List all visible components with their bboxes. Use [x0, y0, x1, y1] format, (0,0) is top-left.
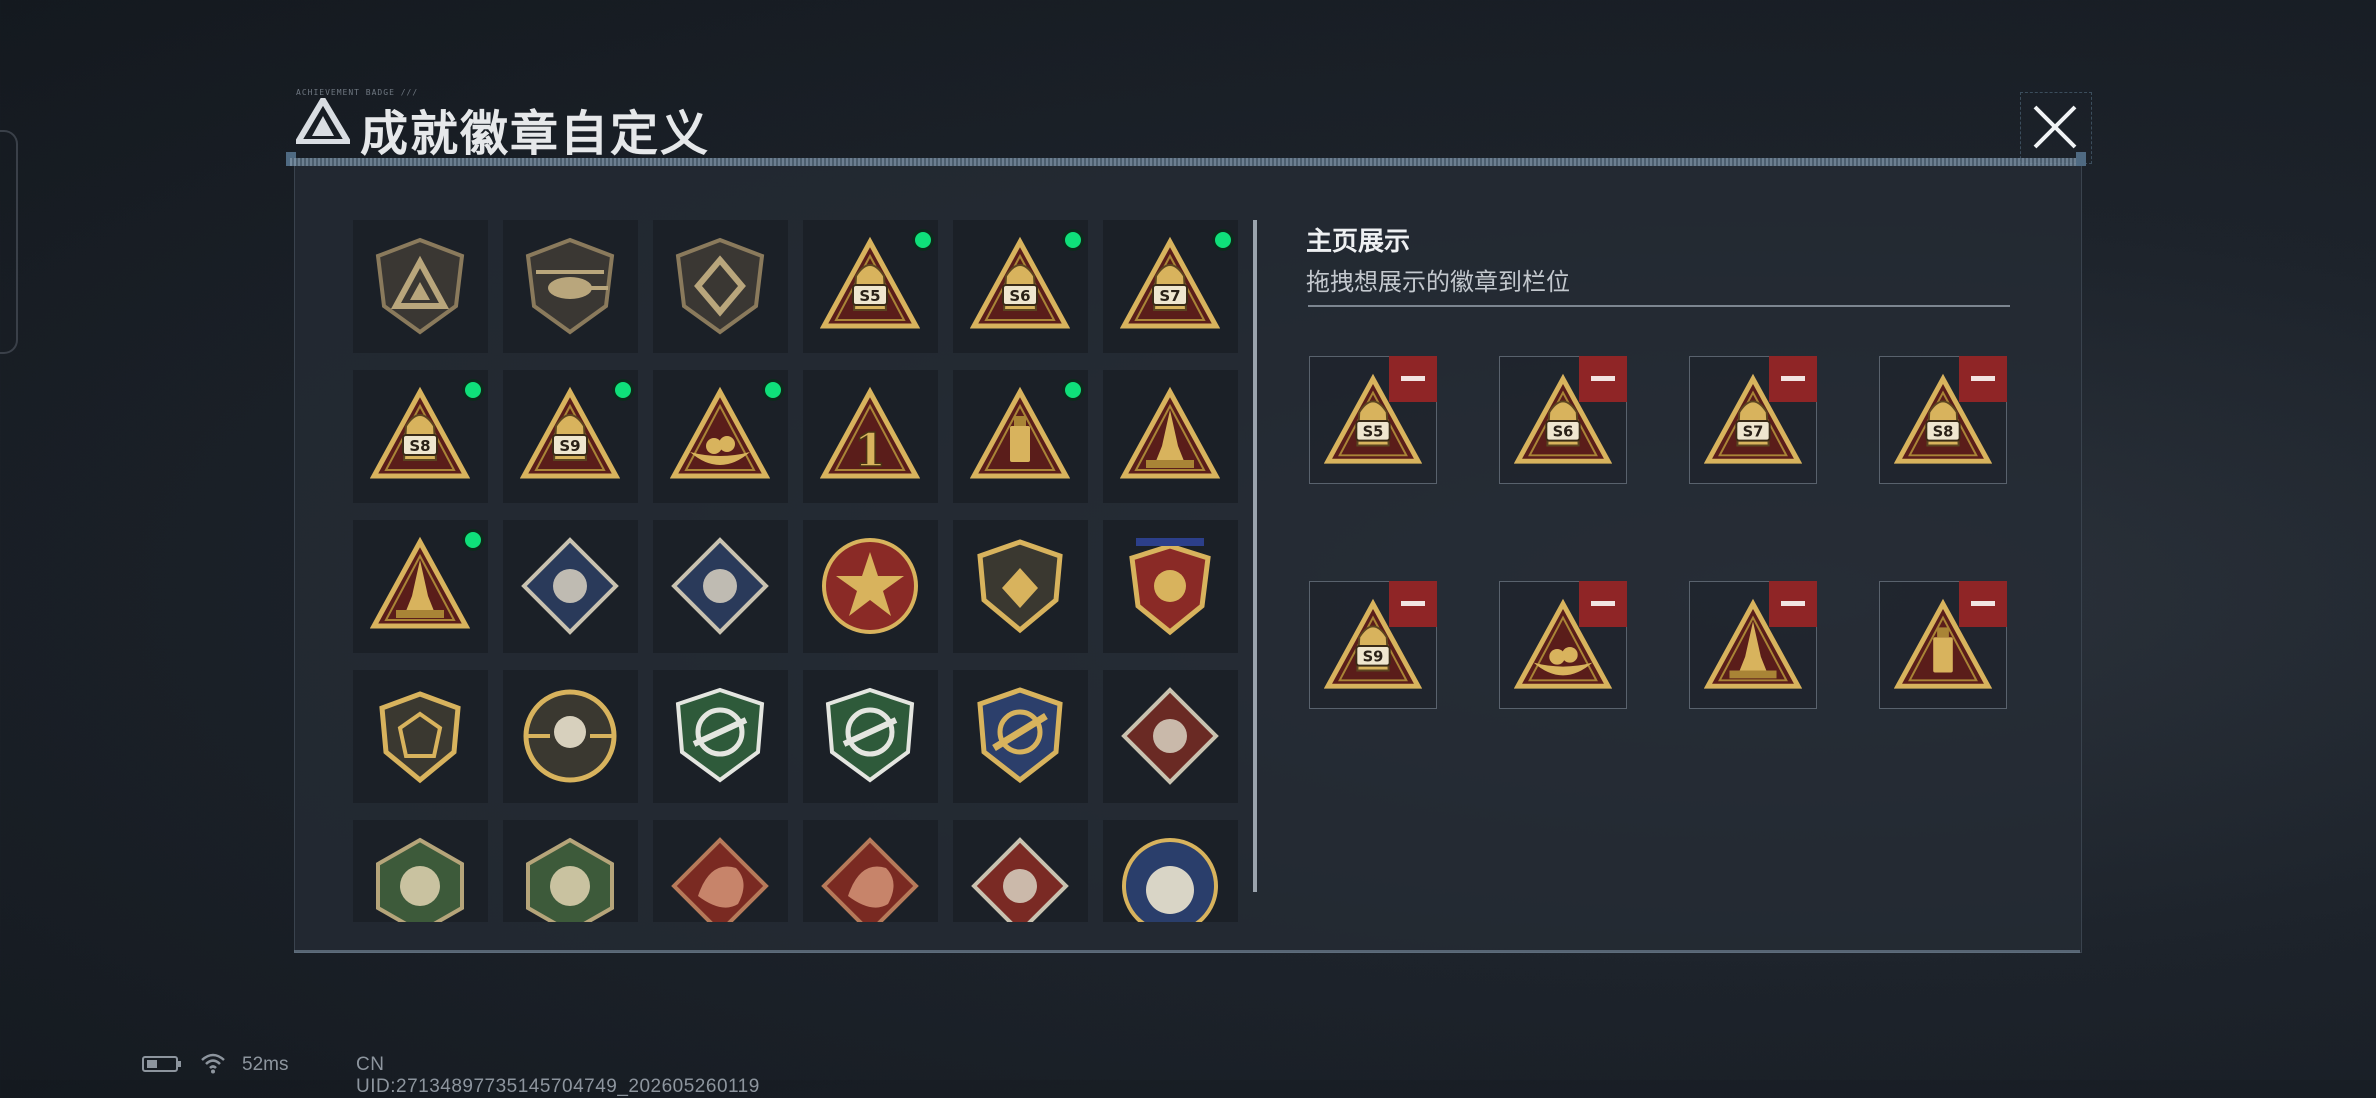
new-indicator-dot [1062, 229, 1084, 251]
minus-icon [1591, 376, 1615, 381]
badge-cell[interactable]: 1 [803, 370, 938, 503]
badge-grid: S5 S6 S7 S8 S9 1 [353, 220, 1238, 922]
badge-cell[interactable] [953, 820, 1088, 922]
showcase-slot[interactable] [1499, 581, 1627, 709]
svg-text:S5: S5 [1363, 424, 1384, 441]
delta-logo-icon [292, 94, 354, 145]
wifi-icon [200, 1052, 226, 1074]
minus-icon [1401, 601, 1425, 606]
badge-cell[interactable] [503, 520, 638, 653]
badge-cell[interactable] [1103, 370, 1238, 503]
svg-text:S8: S8 [409, 437, 430, 455]
remove-badge-button[interactable] [1959, 581, 2007, 627]
new-indicator-dot [1062, 379, 1084, 401]
uid-text: CN UID:27134897735145704749_202605260119 [356, 1054, 760, 1097]
battery-tip [178, 1061, 181, 1067]
svg-text:1: 1 [854, 423, 886, 477]
badge-grid-scrollbar[interactable] [1253, 220, 1257, 892]
svg-text:S9: S9 [559, 437, 580, 455]
showcase-slot[interactable]: S7 [1689, 356, 1817, 484]
svg-text:S9: S9 [1363, 649, 1384, 666]
showcase-divider [1308, 305, 2010, 307]
badge-cell[interactable] [803, 820, 938, 922]
title-rule-cap-right [2076, 152, 2086, 166]
badge-cell[interactable] [953, 370, 1088, 503]
page-title: 成就徽章自定义 [360, 106, 711, 162]
badge-cell[interactable] [503, 670, 638, 803]
window-title-bar: ACHIEVEMENT BADGE /// 成就徽章自定义 [290, 88, 2090, 162]
badge-cell[interactable] [653, 220, 788, 353]
new-indicator-dot [912, 229, 934, 251]
minus-icon [1971, 601, 1995, 606]
new-indicator-dot [762, 379, 784, 401]
badge-cell[interactable] [953, 520, 1088, 653]
svg-text:S7: S7 [1743, 424, 1764, 441]
badge-cell[interactable] [653, 670, 788, 803]
svg-text:S5: S5 [859, 287, 880, 305]
svg-text:S7: S7 [1159, 287, 1180, 305]
badge-cell[interactable] [503, 220, 638, 353]
badge-cell[interactable]: S9 [503, 370, 638, 503]
badge-cell[interactable] [1103, 520, 1238, 653]
badge-cell[interactable] [353, 820, 488, 922]
showcase-slot[interactable]: S8 [1879, 356, 2007, 484]
minus-icon [1591, 601, 1615, 606]
showcase-slot[interactable] [1689, 581, 1817, 709]
panel-bottom-rule [294, 950, 2080, 953]
svg-text:S6: S6 [1009, 287, 1030, 305]
badge-cell[interactable] [953, 670, 1088, 803]
badge-cell[interactable] [1103, 820, 1238, 922]
remove-badge-button[interactable] [1389, 356, 1437, 402]
svg-text:S6: S6 [1553, 424, 1574, 441]
badge-cell[interactable] [1103, 670, 1238, 803]
showcase-slot[interactable]: S5 [1309, 356, 1437, 484]
remove-badge-button[interactable] [1579, 581, 1627, 627]
badge-cell[interactable] [353, 220, 488, 353]
badge-cell[interactable] [503, 820, 638, 922]
new-indicator-dot [462, 379, 484, 401]
new-indicator-dot [1212, 229, 1234, 251]
remove-badge-button[interactable] [1389, 581, 1437, 627]
showcase-slot[interactable]: S9 [1309, 581, 1437, 709]
badge-cell[interactable] [653, 820, 788, 922]
minus-icon [1781, 376, 1805, 381]
side-edge-tab [0, 130, 18, 354]
battery-icon [142, 1056, 178, 1072]
badge-cell[interactable] [653, 370, 788, 503]
new-indicator-dot [462, 529, 484, 551]
remove-badge-button[interactable] [1959, 356, 2007, 402]
new-indicator-dot [612, 379, 634, 401]
badge-cell[interactable]: S6 [953, 220, 1088, 353]
remove-badge-button[interactable] [1769, 581, 1817, 627]
close-x-icon [2033, 105, 2077, 149]
minus-icon [1401, 376, 1425, 381]
showcase-title: 主页展示 [1306, 226, 1411, 256]
badge-cell[interactable] [803, 670, 938, 803]
badge-cell[interactable]: S5 [803, 220, 938, 353]
ping-text: 52ms [242, 1054, 289, 1075]
showcase-slot[interactable] [1879, 581, 2007, 709]
showcase-slot[interactable]: S6 [1499, 356, 1627, 484]
badge-cell[interactable] [653, 520, 788, 653]
title-divider [290, 158, 2080, 166]
showcase-hint: 拖拽想展示的徽章到栏位 [1306, 269, 1570, 296]
svg-text:S8: S8 [1933, 424, 1954, 441]
remove-badge-button[interactable] [1769, 356, 1817, 402]
badge-cell[interactable]: S8 [353, 370, 488, 503]
badge-cell[interactable] [353, 520, 488, 653]
minus-icon [1781, 601, 1805, 606]
badge-cell[interactable] [353, 670, 488, 803]
remove-badge-button[interactable] [1579, 356, 1627, 402]
minus-icon [1971, 376, 1995, 381]
badge-cell[interactable] [803, 520, 938, 653]
badge-cell[interactable]: S7 [1103, 220, 1238, 353]
